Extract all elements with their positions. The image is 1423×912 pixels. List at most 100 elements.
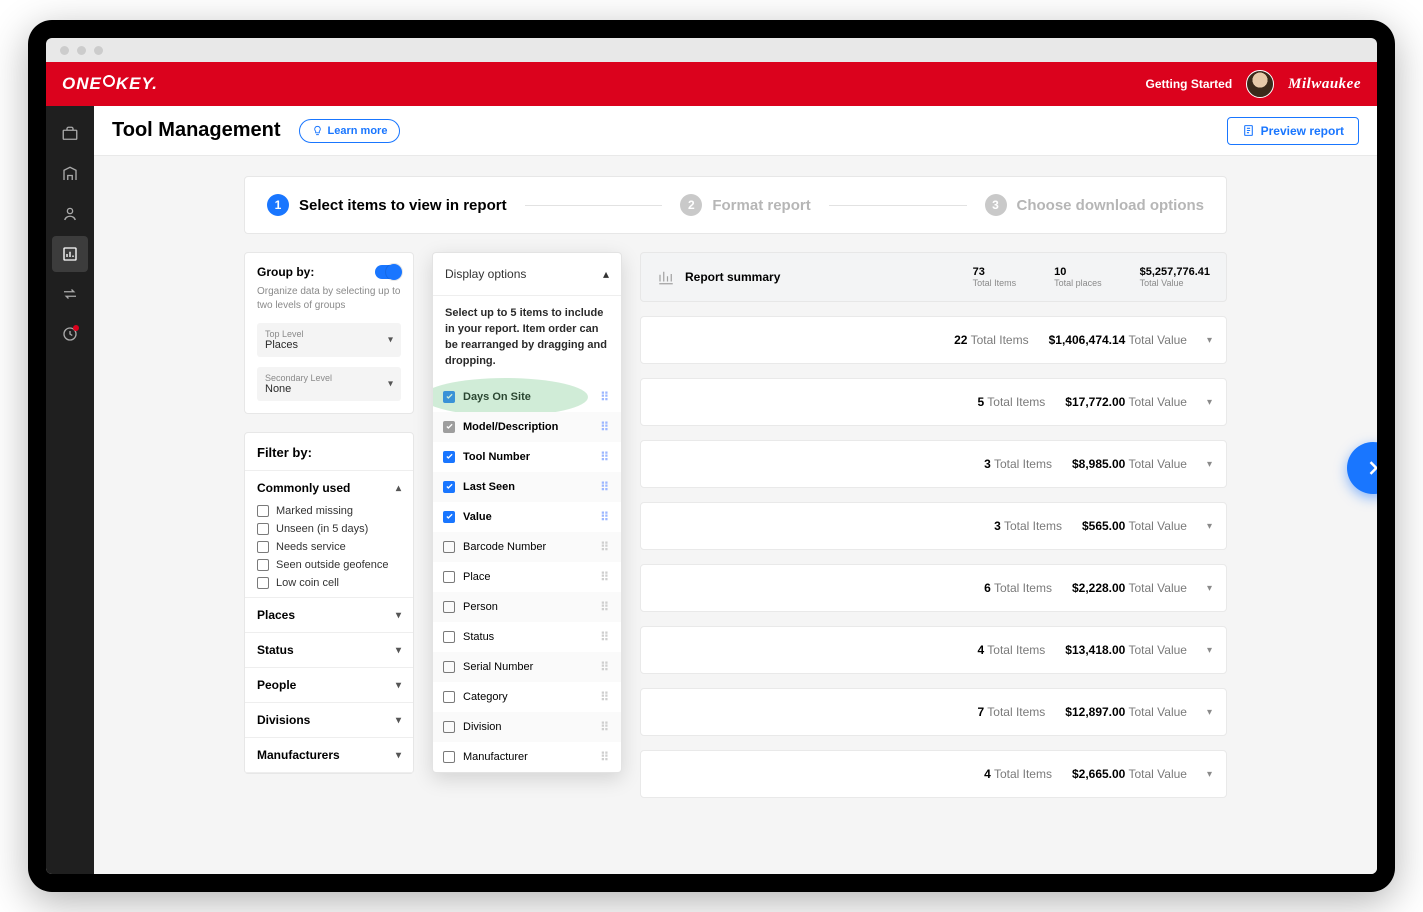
chevron-down-icon[interactable]: ▾ bbox=[1207, 335, 1212, 346]
display-item-label: Category bbox=[463, 691, 508, 703]
logo-onekey[interactable]: ONEKEY. bbox=[62, 74, 158, 94]
checkbox-icon bbox=[443, 751, 455, 763]
display-item-category[interactable]: Category ⠿ bbox=[433, 682, 621, 712]
drag-handle-icon[interactable]: ⠿ bbox=[600, 510, 611, 524]
report-row[interactable]: 6 Total Items$2,228.00 Total Value▾ bbox=[640, 564, 1227, 612]
report-row[interactable]: 3 Total Items$565.00 Total Value▾ bbox=[640, 502, 1227, 550]
filter-section-status[interactable]: Status▾ bbox=[245, 633, 413, 667]
row-total-value: $2,665.00 Total Value bbox=[1072, 767, 1187, 781]
chevron-down-icon[interactable]: ▾ bbox=[1207, 645, 1212, 656]
drag-handle-icon[interactable]: ⠿ bbox=[600, 540, 611, 554]
rail-item-alerts[interactable] bbox=[52, 316, 88, 352]
group-by-toggle[interactable] bbox=[375, 265, 401, 279]
rail-item-people[interactable] bbox=[52, 196, 88, 232]
filter-section-places[interactable]: Places▾ bbox=[245, 598, 413, 632]
filter-checkbox[interactable]: Needs service bbox=[257, 541, 401, 553]
step-1[interactable]: 1 Select items to view in report bbox=[267, 194, 507, 216]
filter-section-people[interactable]: People▾ bbox=[245, 668, 413, 702]
getting-started-link[interactable]: Getting Started bbox=[1145, 77, 1232, 91]
top-level-select[interactable]: Top Level Places ▾ bbox=[257, 323, 401, 357]
filter-section-divisions[interactable]: Divisions▾ bbox=[245, 703, 413, 737]
display-item-label: Manufacturer bbox=[463, 751, 528, 763]
report-row[interactable]: 3 Total Items$8,985.00 Total Value▾ bbox=[640, 440, 1227, 488]
rail-item-transfer[interactable] bbox=[52, 276, 88, 312]
chevron-down-icon[interactable]: ▾ bbox=[1207, 459, 1212, 470]
lightbulb-icon bbox=[312, 125, 323, 136]
display-item-person[interactable]: Person⠿ bbox=[433, 592, 621, 622]
stepper: 1 Select items to view in report 2 Forma… bbox=[244, 176, 1227, 234]
display-item-last-seen[interactable]: Last Seen⠿ bbox=[433, 472, 621, 502]
alert-dot-icon bbox=[73, 325, 79, 331]
drag-handle-icon[interactable]: ⠿ bbox=[600, 660, 611, 674]
display-item-label: Days On Site bbox=[463, 391, 531, 403]
browser-dot bbox=[77, 46, 86, 55]
report-row[interactable]: 4 Total Items$13,418.00 Total Value▾ bbox=[640, 626, 1227, 674]
group-by-panel: Group by: Organize data by selecting up … bbox=[244, 252, 414, 414]
chevron-down-icon[interactable]: ▾ bbox=[1207, 707, 1212, 718]
display-item-place[interactable]: Place ⠿ bbox=[433, 562, 621, 592]
filter-section-manufacturers[interactable]: Manufacturers▾ bbox=[245, 738, 413, 772]
logo-milwaukee: Milwaukee bbox=[1288, 76, 1361, 93]
preview-report-button[interactable]: Preview report bbox=[1227, 117, 1359, 145]
learn-more-button[interactable]: Learn more bbox=[299, 119, 401, 143]
drag-handle-icon[interactable]: ⠿ bbox=[600, 480, 611, 494]
filter-panel: Filter by: Commonly used ▴ Marked missin… bbox=[244, 432, 414, 774]
display-item-label: Status bbox=[463, 631, 494, 643]
display-item-days-on-site[interactable]: Days On Site ⠿ bbox=[433, 382, 621, 412]
filter-checkbox[interactable]: Low coin cell bbox=[257, 577, 401, 589]
step-3[interactable]: 3 Choose download options bbox=[985, 194, 1205, 216]
drag-handle-icon[interactable]: ⠿ bbox=[600, 690, 611, 704]
rail-item-toolbox[interactable] bbox=[52, 116, 88, 152]
step-2[interactable]: 2 Format report bbox=[680, 194, 810, 216]
filter-check-label: Seen outside geofence bbox=[276, 559, 389, 571]
report-row[interactable]: 4 Total Items$2,665.00 Total Value▾ bbox=[640, 750, 1227, 798]
secondary-level-select[interactable]: Secondary Level None ▾ bbox=[257, 367, 401, 401]
checkbox-icon bbox=[443, 571, 455, 583]
display-item-value[interactable]: Value⠿ bbox=[433, 502, 621, 532]
drag-handle-icon[interactable]: ⠿ bbox=[600, 570, 611, 584]
filter-section-label: Divisions bbox=[257, 713, 310, 727]
display-item-division[interactable]: Division⠿ bbox=[433, 712, 621, 742]
drag-handle-icon[interactable]: ⠿ bbox=[600, 720, 611, 734]
display-item-model-description[interactable]: Model/Description ⠿ bbox=[433, 412, 621, 442]
drag-handle-icon[interactable]: ⠿ bbox=[600, 600, 611, 614]
drag-handle-icon[interactable]: ⠿ bbox=[600, 450, 611, 464]
chevron-down-icon[interactable]: ▾ bbox=[1207, 583, 1212, 594]
display-item-label: Model/Description bbox=[463, 421, 558, 433]
display-item-manufacturer[interactable]: Manufacturer ⠿ bbox=[433, 742, 621, 772]
drag-handle-icon[interactable]: ⠿ bbox=[600, 390, 611, 404]
display-item-status[interactable]: Status ⠿ bbox=[433, 622, 621, 652]
drag-handle-icon[interactable]: ⠿ bbox=[600, 630, 611, 644]
filter-checkbox[interactable]: Seen outside geofence bbox=[257, 559, 401, 571]
rail-item-reports[interactable] bbox=[52, 236, 88, 272]
report-row[interactable]: 22 Total Items$1,406,474.14 Total Value▾ bbox=[640, 316, 1227, 364]
report-summary-title: Report summary bbox=[685, 270, 780, 284]
chevron-down-icon[interactable]: ▾ bbox=[1207, 521, 1212, 532]
drag-handle-icon[interactable]: ⠿ bbox=[600, 750, 611, 764]
step-number: 1 bbox=[267, 194, 289, 216]
display-item-serial-number[interactable]: Serial Number ⠿ bbox=[433, 652, 621, 682]
display-item-label: Place bbox=[463, 571, 491, 583]
filter-checkbox[interactable]: Unseen (in 5 days) bbox=[257, 523, 401, 535]
content: 1 Select items to view in report 2 Forma… bbox=[94, 156, 1377, 874]
rail-item-places[interactable] bbox=[52, 156, 88, 192]
avatar[interactable] bbox=[1246, 70, 1274, 98]
report-row[interactable]: 7 Total Items$12,897.00 Total Value▾ bbox=[640, 688, 1227, 736]
filter-checkbox[interactable]: Marked missing bbox=[257, 505, 401, 517]
select-value: Places bbox=[265, 339, 393, 351]
chevron-down-icon[interactable]: ▾ bbox=[1207, 397, 1212, 408]
report-row[interactable]: 5 Total Items$17,772.00 Total Value▾ bbox=[640, 378, 1227, 426]
step-divider bbox=[525, 205, 663, 206]
display-item-label: Serial Number bbox=[463, 661, 533, 673]
display-item-barcode-number[interactable]: Barcode Number⠿ bbox=[433, 532, 621, 562]
viewport: ONEKEY. Getting Started Milwaukee Tool M… bbox=[46, 62, 1377, 874]
filter-section-commonly-used[interactable]: Commonly used ▴ bbox=[245, 471, 413, 505]
row-total-items: 7 Total Items bbox=[977, 705, 1045, 719]
display-item-tool-number[interactable]: Tool Number⠿ bbox=[433, 442, 621, 472]
drag-handle-icon[interactable]: ⠿ bbox=[600, 420, 611, 434]
chevron-down-icon[interactable]: ▾ bbox=[1207, 769, 1212, 780]
chevron-up-icon: ▴ bbox=[603, 267, 609, 281]
display-options-header[interactable]: Display options ▴ bbox=[433, 253, 621, 296]
display-options-popover: Display options ▴ Select up to 5 items t… bbox=[432, 252, 622, 773]
row-total-items: 3 Total Items bbox=[994, 519, 1062, 533]
